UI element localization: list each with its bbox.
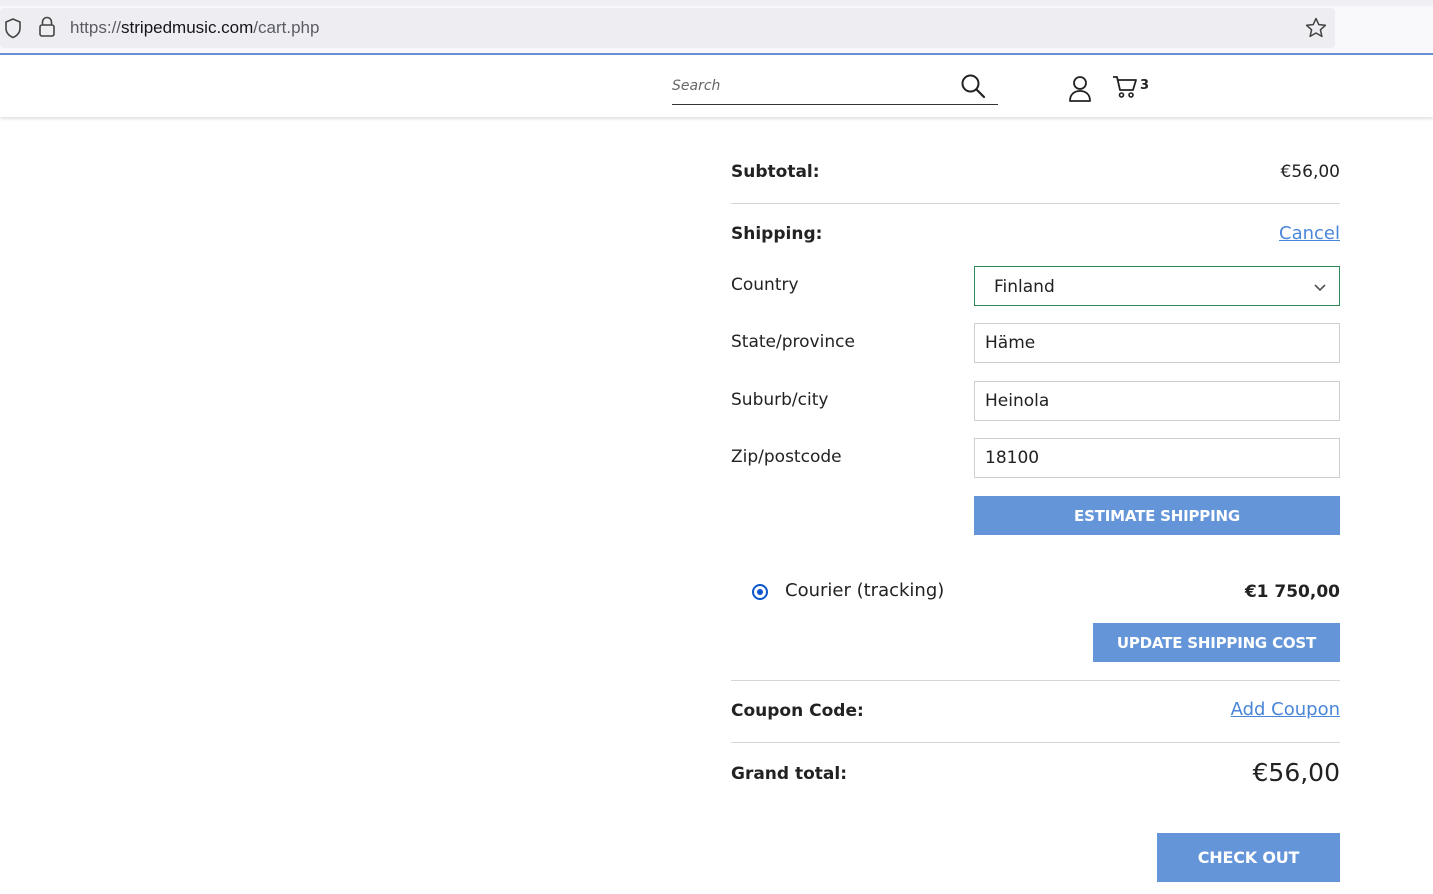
zip-label: Zip/postcode: [731, 447, 842, 467]
courier-option-label[interactable]: Courier (tracking): [785, 580, 944, 601]
address-bar[interactable]: https://stripedmusic.com/cart.php: [0, 8, 1335, 48]
courier-price: €1 750,00: [1244, 582, 1340, 602]
shield-icon[interactable]: [4, 17, 22, 39]
country-selected-value: Finland: [994, 277, 1055, 297]
tab-strip: [0, 0, 1433, 6]
courier-radio[interactable]: [752, 584, 768, 600]
browser-toolbar: https://stripedmusic.com/cart.php: [0, 0, 1433, 55]
zip-input[interactable]: [974, 438, 1340, 478]
update-shipping-cost-button[interactable]: Update Shipping Cost: [1093, 623, 1340, 662]
url-host: stripedmusic.com: [121, 18, 254, 37]
url-path: /cart.php: [253, 18, 320, 37]
country-label: Country: [731, 275, 799, 295]
lock-icon[interactable]: [38, 15, 56, 39]
shipping-label: Shipping:: [731, 224, 823, 244]
bookmark-star-icon[interactable]: [1304, 16, 1328, 40]
subtotal-value: €56,00: [1280, 162, 1340, 182]
chevron-down-icon: [1314, 284, 1326, 292]
divider: [731, 742, 1340, 743]
checkout-button[interactable]: Check Out: [1157, 833, 1340, 882]
subtotal-label: Subtotal:: [731, 162, 820, 182]
url-scheme: https://: [70, 18, 122, 37]
divider: [731, 680, 1340, 681]
cart-icon[interactable]: [1112, 75, 1138, 99]
search-input[interactable]: [672, 73, 952, 99]
estimate-shipping-button[interactable]: Estimate Shipping: [974, 496, 1340, 535]
grand-total-label: Grand total:: [731, 764, 848, 784]
search-icon[interactable]: [960, 73, 986, 99]
site-header: 3: [0, 55, 1433, 117]
cart-count-badge[interactable]: 3: [1140, 78, 1149, 93]
country-select[interactable]: Finland: [974, 266, 1340, 306]
cancel-shipping-link[interactable]: Cancel: [1279, 223, 1340, 244]
grand-total-value: €56,00: [1252, 758, 1340, 787]
search-bar: [672, 69, 998, 105]
coupon-code-label: Coupon Code:: [731, 701, 864, 721]
add-coupon-link[interactable]: Add Coupon: [1231, 699, 1340, 720]
city-label: Suburb/city: [731, 390, 829, 410]
user-account-icon[interactable]: [1068, 75, 1092, 103]
divider: [731, 203, 1340, 204]
state-label: State/province: [731, 332, 855, 352]
state-input[interactable]: [974, 323, 1340, 363]
url-text[interactable]: https://stripedmusic.com/cart.php: [70, 18, 319, 38]
city-input[interactable]: [974, 381, 1340, 421]
